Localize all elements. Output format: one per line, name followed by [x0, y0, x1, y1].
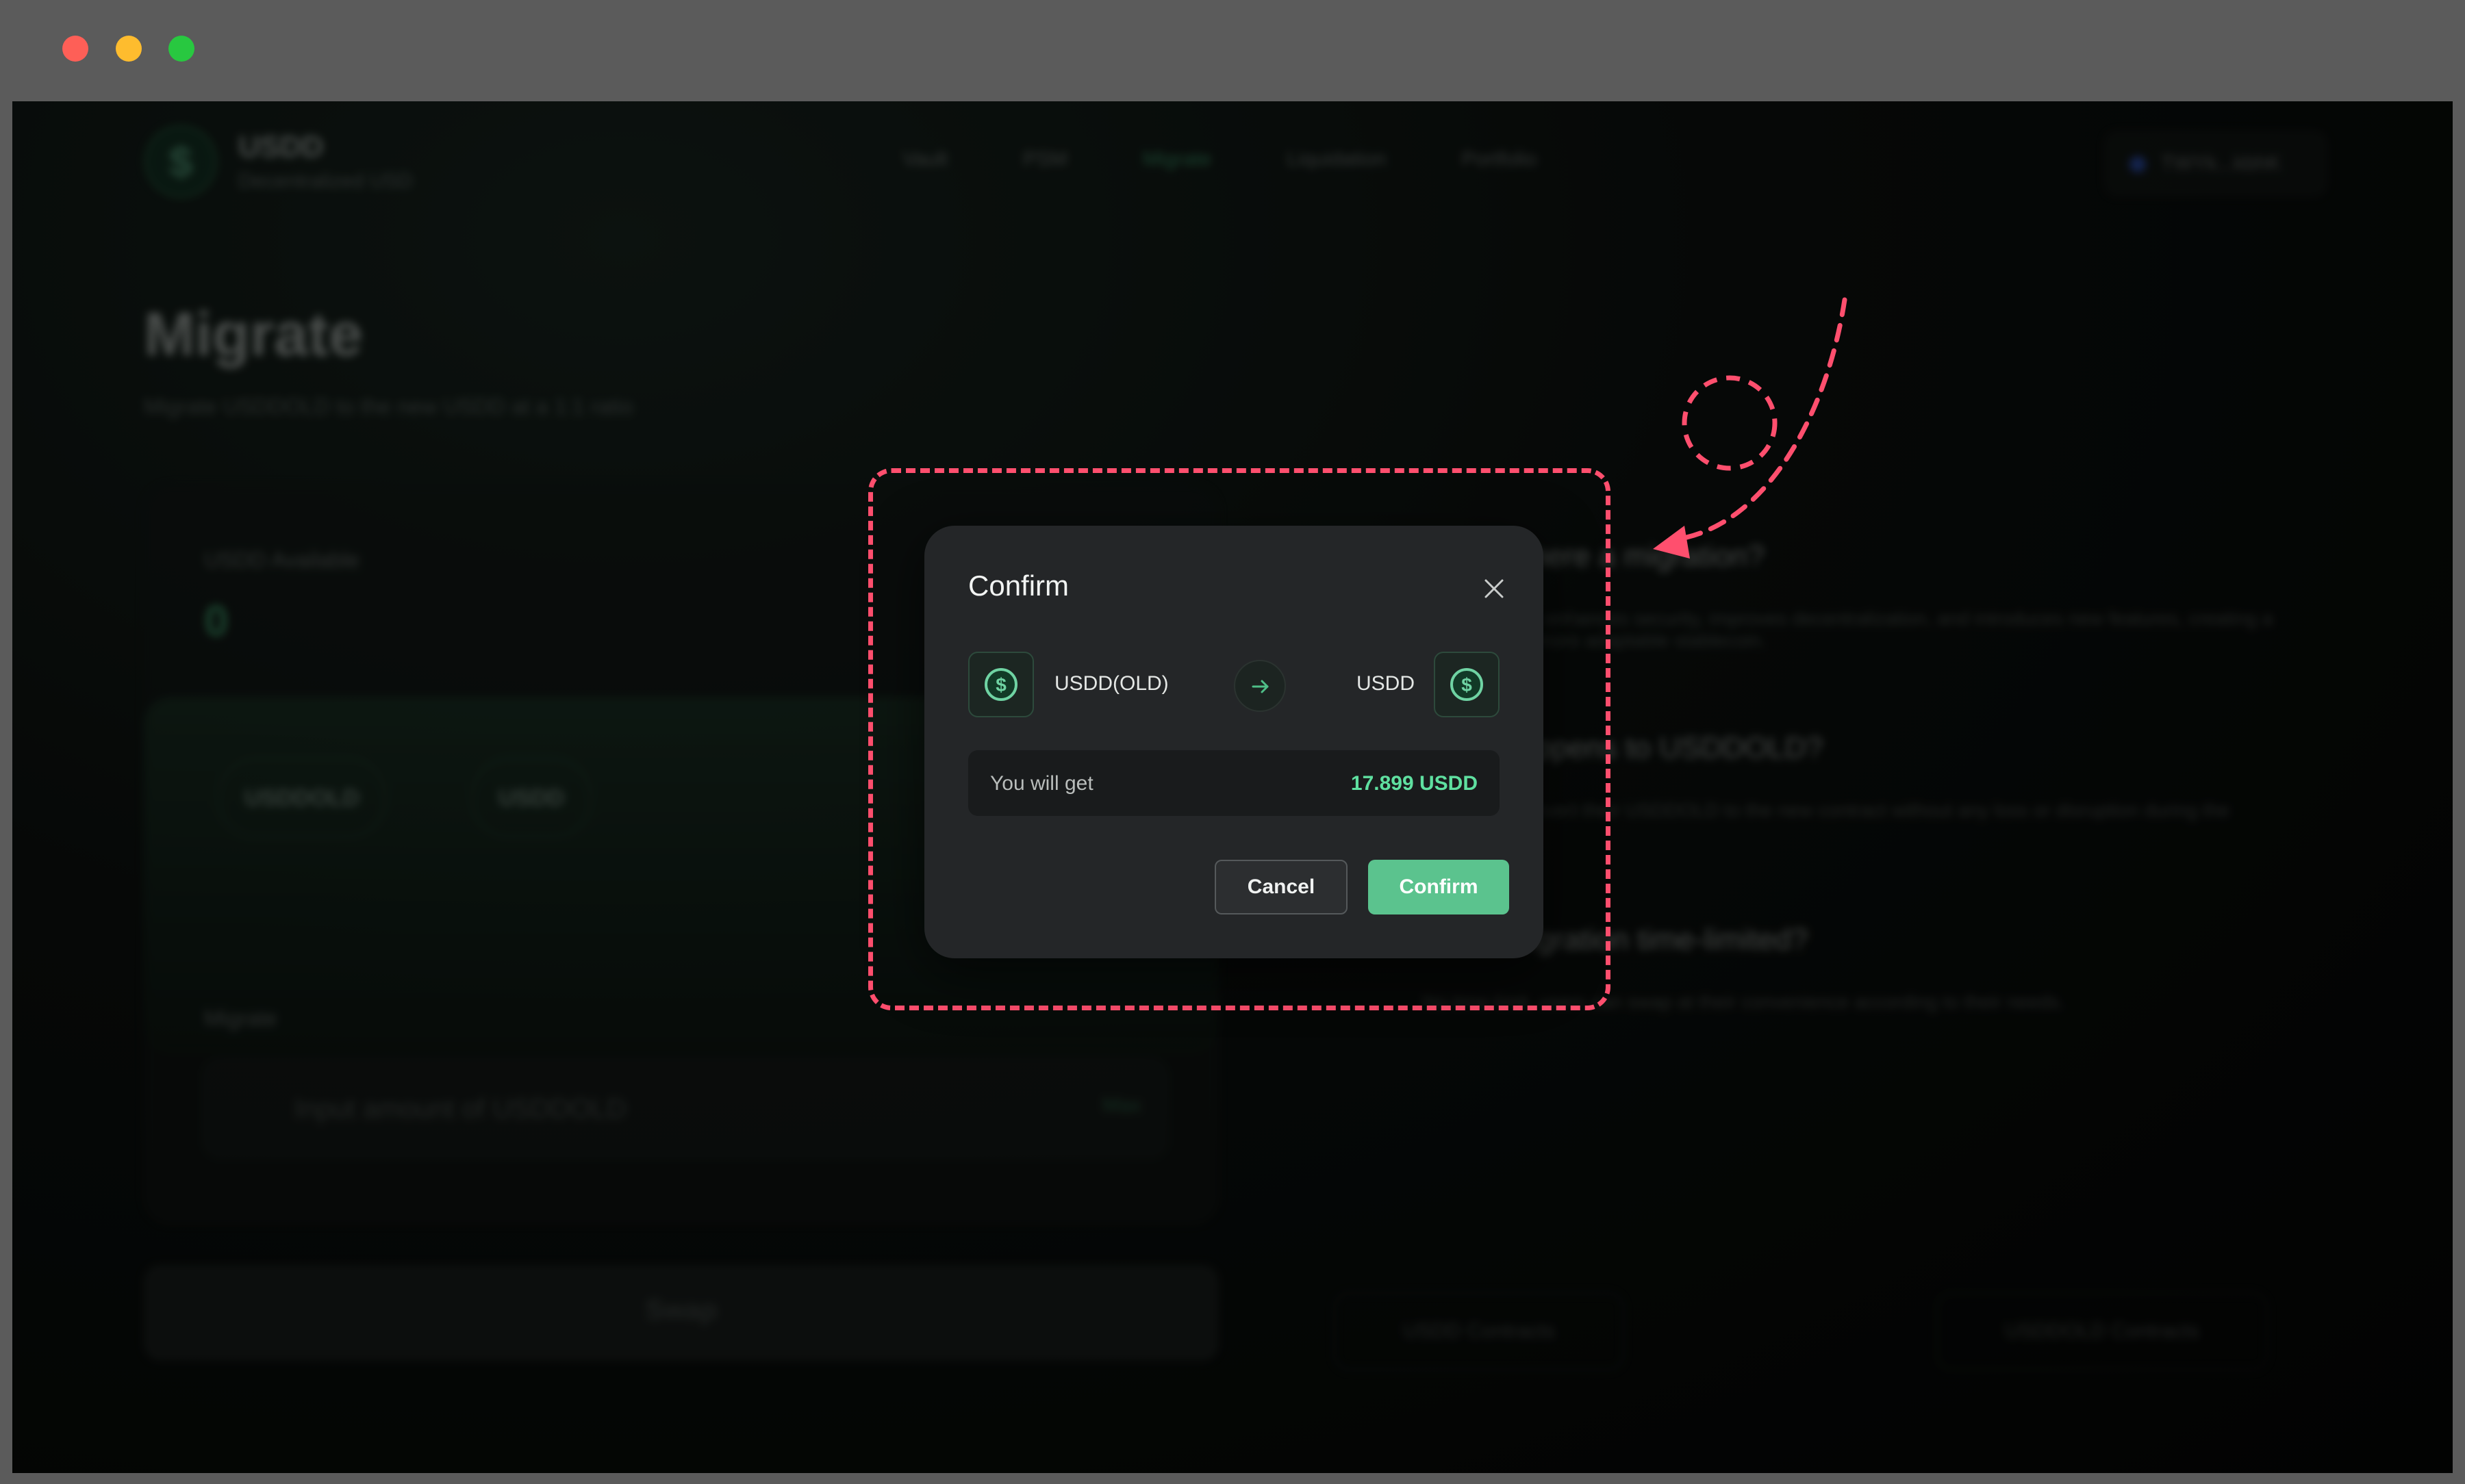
- usdd-old-coin-icon: $: [968, 652, 1034, 717]
- close-window-button[interactable]: [62, 36, 88, 62]
- to-token-label: USDD: [1356, 672, 1415, 695]
- confirm-button[interactable]: Confirm: [1368, 860, 1509, 914]
- receive-amount: 17.899 USDD: [1350, 772, 1478, 795]
- app-viewport: $ USDD Decentralized USD Vault PSM Migra…: [12, 101, 2453, 1473]
- svg-text:$: $: [996, 674, 1007, 695]
- window-bottom-border: [12, 1473, 2453, 1484]
- dialog-title: Confirm: [968, 570, 1070, 602]
- svg-text:$: $: [1461, 674, 1472, 695]
- close-icon[interactable]: [1480, 575, 1508, 602]
- usdd-coin-icon: $: [1434, 652, 1500, 717]
- from-token-label: USDD(OLD): [1054, 672, 1169, 695]
- cancel-button[interactable]: Cancel: [1215, 860, 1348, 914]
- maximize-window-button[interactable]: [168, 36, 194, 62]
- arrow-right-icon: [1234, 660, 1286, 712]
- receive-label: You will get: [990, 772, 1094, 795]
- minimize-window-button[interactable]: [116, 36, 142, 62]
- confirm-dialog: Confirm $ USDD(OLD) USDD $ You will get …: [924, 526, 1543, 958]
- receive-summary: You will get 17.899 USDD: [968, 750, 1500, 816]
- window-titlebar: [0, 0, 2465, 101]
